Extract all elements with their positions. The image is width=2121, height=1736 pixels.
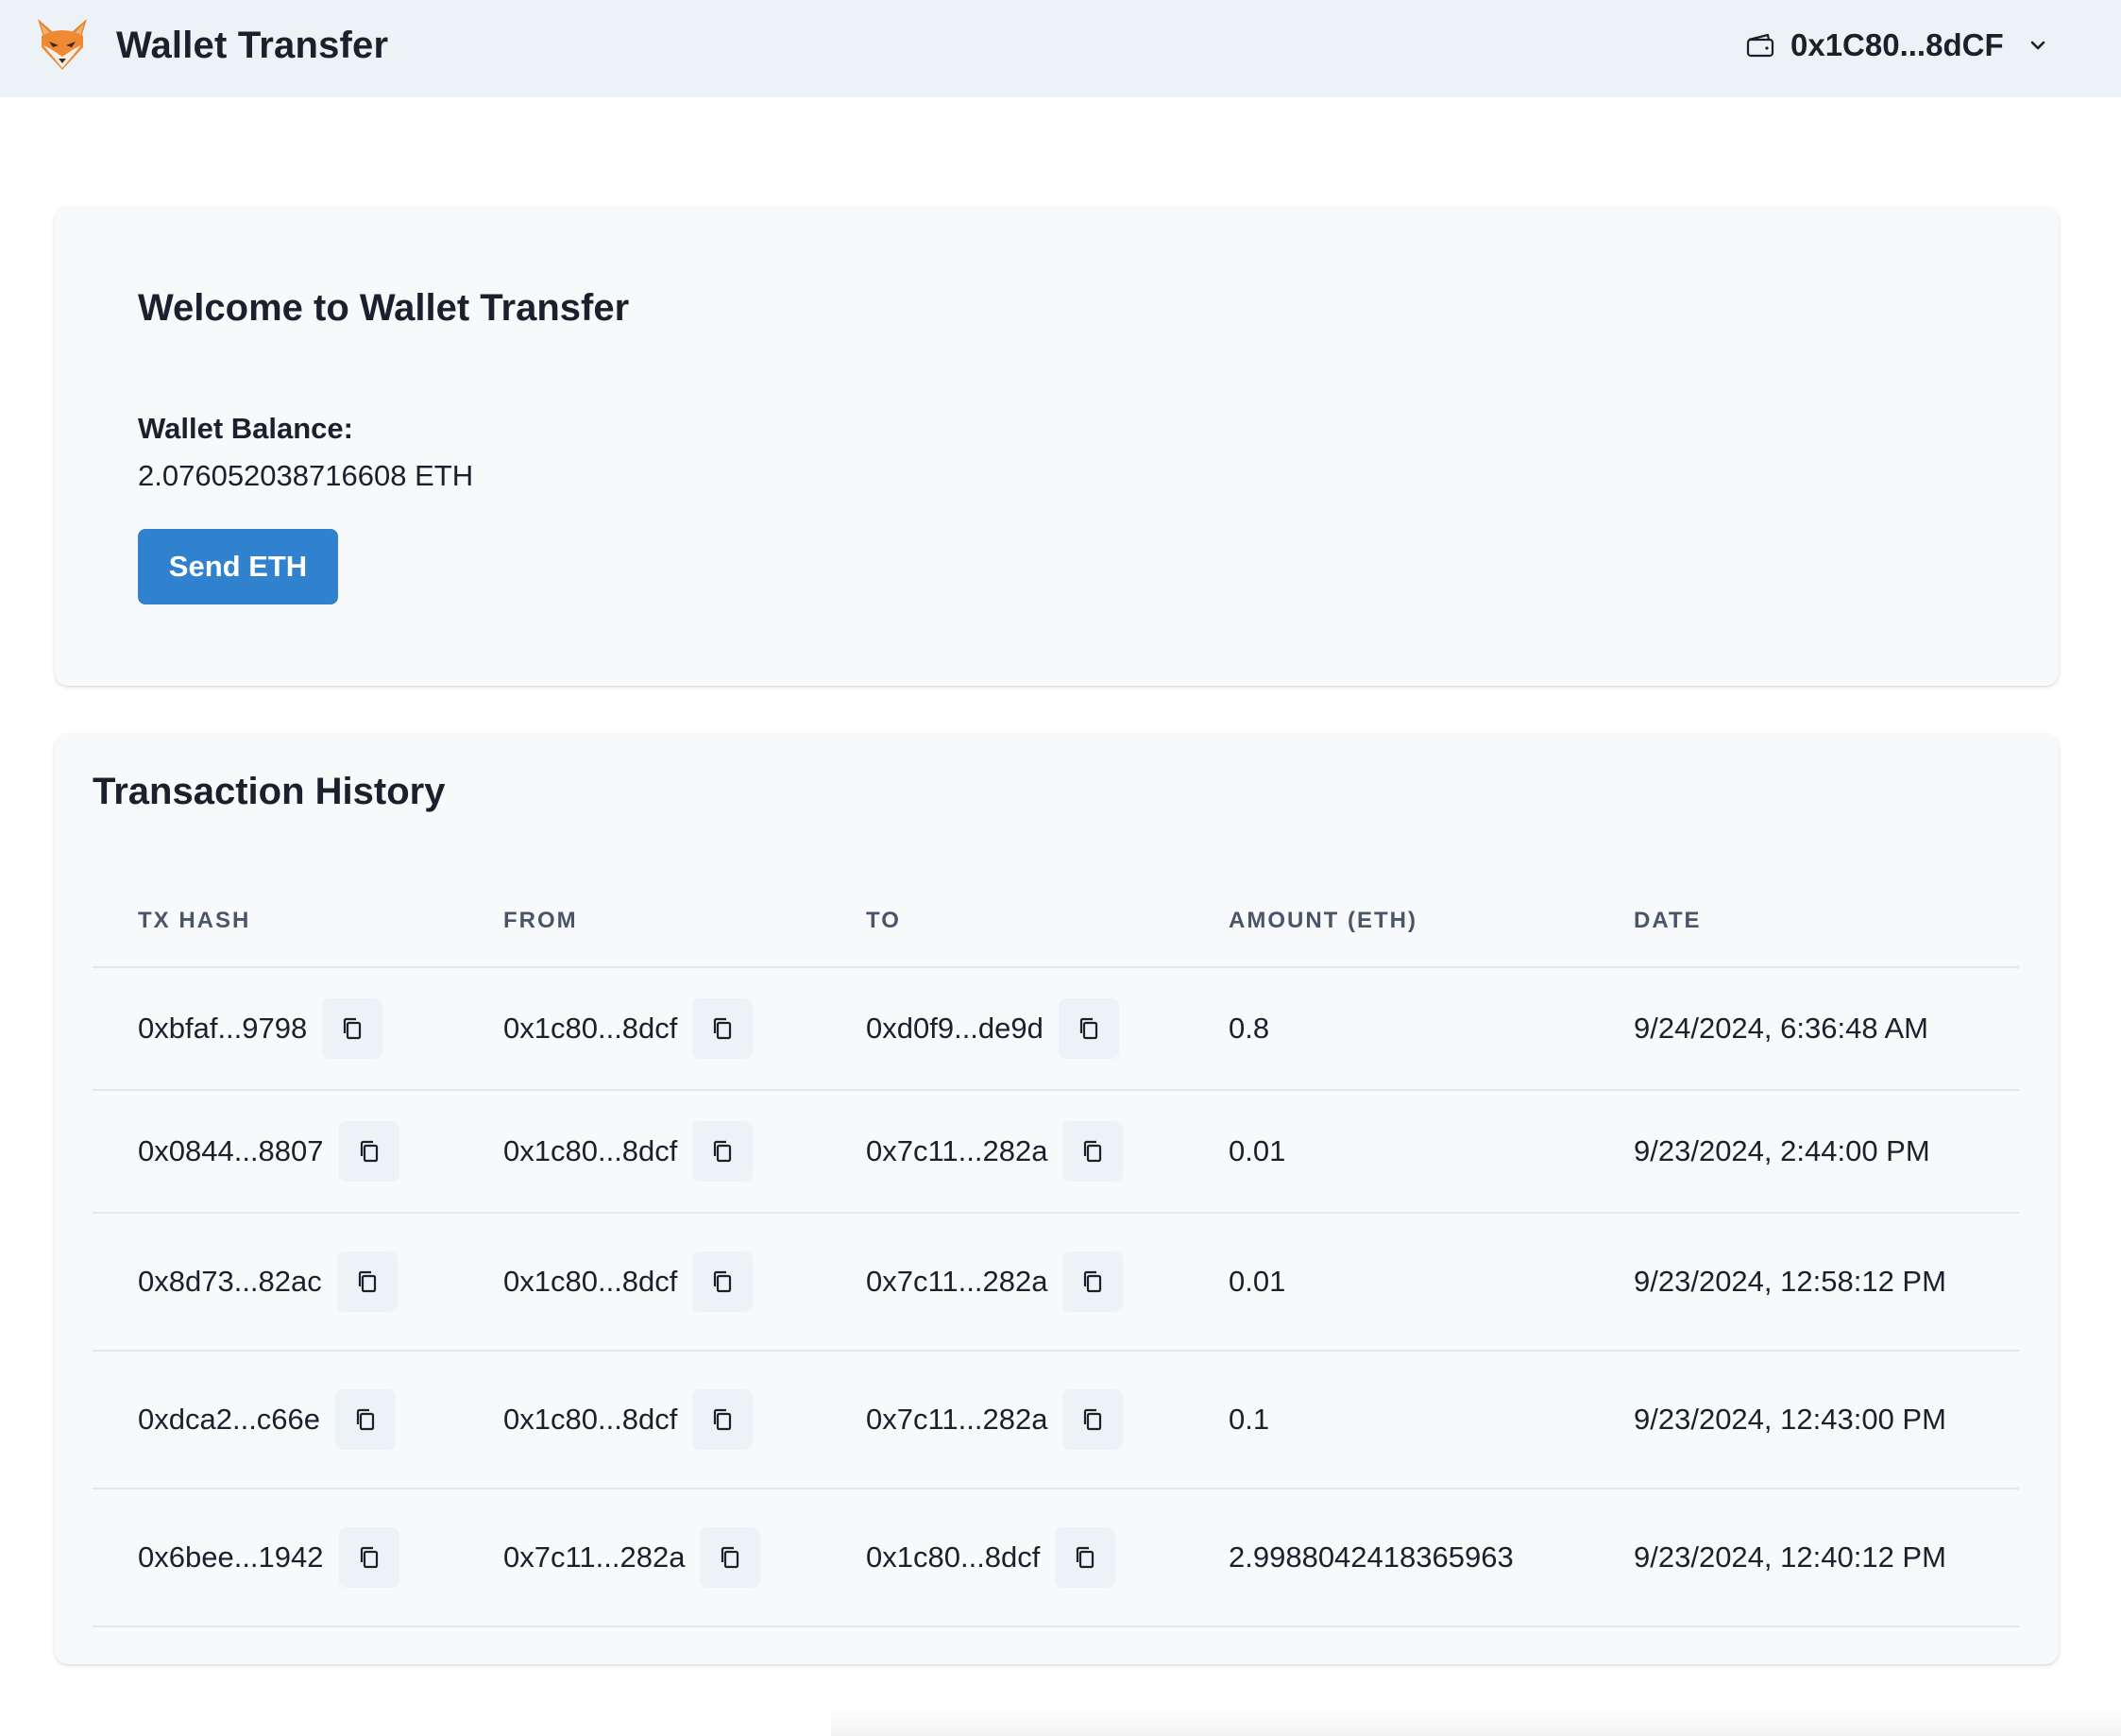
copy-icon xyxy=(358,1270,376,1293)
chevron-down-icon xyxy=(2030,41,2045,50)
account-address: 0x1C80...8dCF xyxy=(1790,27,2004,62)
transaction-table: TX HASH FROM TO AMOUNT (ETH) DATE 0xbfaf… xyxy=(93,875,2019,1627)
table-row: 0xdca2...c66e 0x1c80...8dcf 0x7c11...282a 0… xyxy=(93,1351,2019,1489)
to-address-cell: 0x7c11...282a xyxy=(821,1351,1183,1489)
top-navbar: Wallet Transfer 0x1C80...8dCF xyxy=(0,0,2121,97)
welcome-title: Welcome to Wallet Transfer xyxy=(138,287,630,329)
column-header-amount: AMOUNT (ETH) xyxy=(1183,875,1588,968)
copy-to-address-button[interactable] xyxy=(1055,1527,1116,1588)
date-cell: 9/23/2024, 12:40:12 PM xyxy=(1588,1489,2019,1627)
copy-icon xyxy=(1084,1140,1102,1163)
to-address-text: 0xd0f9...de9d xyxy=(866,1012,1044,1045)
transaction-history-card: Transaction History TX HASH FROM TO AMOU… xyxy=(55,733,2059,1664)
copy-icon xyxy=(714,1017,732,1040)
date-cell: 9/23/2024, 12:43:00 PM xyxy=(1588,1351,2019,1489)
history-title: Transaction History xyxy=(93,771,446,812)
from-address-text: 0x1c80...8dcf xyxy=(503,1265,678,1298)
tx-hash-text: 0xdca2...c66e xyxy=(138,1403,321,1436)
to-address-text: 0x1c80...8dcf xyxy=(866,1540,1041,1574)
copy-tx-hash-button[interactable] xyxy=(338,1121,399,1182)
copy-to-address-button[interactable] xyxy=(1062,1121,1124,1182)
copy-from-address-button[interactable] xyxy=(692,998,754,1059)
amount-cell: 0.01 xyxy=(1183,1090,1588,1214)
copy-icon xyxy=(344,1017,362,1040)
tx-hash-text: 0x8d73...82ac xyxy=(138,1265,322,1298)
balance-label: Wallet Balance: xyxy=(138,412,353,445)
tx-hash-text: 0x0844...8807 xyxy=(138,1134,324,1167)
copy-icon xyxy=(360,1140,378,1163)
from-address-cell: 0x1c80...8dcf xyxy=(458,1351,821,1489)
from-address-cell: 0x7c11...282a xyxy=(458,1489,821,1627)
amount-cell: 0.8 xyxy=(1183,967,1588,1091)
copy-from-address-button[interactable] xyxy=(692,1389,754,1450)
column-header-to: TO xyxy=(821,875,1183,968)
to-address-text: 0x7c11...282a xyxy=(866,1265,1048,1298)
from-address-cell: 0x1c80...8dcf xyxy=(458,1090,821,1214)
from-address-text: 0x1c80...8dcf xyxy=(503,1134,678,1167)
date-cell: 9/24/2024, 6:36:48 AM xyxy=(1588,967,2019,1091)
date-cell: 9/23/2024, 2:44:00 PM xyxy=(1588,1090,2019,1214)
copy-icon xyxy=(1077,1546,1094,1569)
to-address-cell: 0x7c11...282a xyxy=(821,1090,1183,1214)
copy-icon xyxy=(714,1270,732,1293)
copy-icon xyxy=(1079,1017,1097,1040)
balance-value: 2.076052038716608 ETH xyxy=(138,459,474,492)
from-address-text: 0x1c80...8dcf xyxy=(503,1012,678,1045)
amount-cell: 0.01 xyxy=(1183,1213,1588,1352)
copy-from-address-button[interactable] xyxy=(692,1251,754,1312)
copy-from-address-button[interactable] xyxy=(700,1527,761,1588)
from-address-text: 0x7c11...282a xyxy=(503,1540,686,1574)
copy-tx-hash-button[interactable] xyxy=(338,1527,399,1588)
copy-tx-hash-button[interactable] xyxy=(336,1251,398,1312)
copy-icon xyxy=(721,1546,739,1569)
tx-hash-cell: 0x6bee...1942 xyxy=(93,1489,458,1627)
copy-tx-hash-button[interactable] xyxy=(335,1389,397,1450)
copy-tx-hash-button[interactable] xyxy=(322,998,383,1059)
amount-cell: 2.9988042418365963 xyxy=(1183,1489,1588,1627)
tx-hash-cell: 0x8d73...82ac xyxy=(93,1213,458,1352)
column-header-from: FROM xyxy=(458,875,821,968)
tx-hash-cell: 0x0844...8807 xyxy=(93,1090,458,1214)
copy-icon xyxy=(1084,1408,1102,1431)
from-address-cell: 0x1c80...8dcf xyxy=(458,1213,821,1352)
copy-icon xyxy=(714,1140,732,1163)
tx-hash-cell: 0xbfaf...9798 xyxy=(93,967,458,1091)
table-row: 0x0844...8807 0x1c80...8dcf 0x7c11...282a 0… xyxy=(93,1090,2019,1214)
tx-hash-text: 0x6bee...1942 xyxy=(138,1540,324,1574)
copy-to-address-button[interactable] xyxy=(1062,1389,1124,1450)
from-address-cell: 0x1c80...8dcf xyxy=(458,967,821,1091)
table-row: 0x8d73...82ac 0x1c80...8dcf 0x7c11...282a 0… xyxy=(93,1213,2019,1352)
send-eth-button[interactable]: Send ETH xyxy=(138,529,338,604)
account-menu-button[interactable]: 0x1C80...8dCF xyxy=(1745,23,2049,68)
wallet-icon xyxy=(1746,33,1774,58)
to-address-cell: 0xd0f9...de9d xyxy=(821,967,1183,1091)
copy-to-address-button[interactable] xyxy=(1062,1251,1124,1312)
table-row: 0xbfaf...9798 0x1c80...8dcf 0xd0f9...de9d 0… xyxy=(93,967,2019,1091)
amount-cell: 0.1 xyxy=(1183,1351,1588,1489)
page-edge-shadow xyxy=(831,1708,2121,1736)
column-header-date: DATE xyxy=(1588,875,2019,968)
to-address-cell: 0x1c80...8dcf xyxy=(821,1489,1183,1627)
copy-icon xyxy=(714,1408,732,1431)
column-header-tx-hash: TX HASH xyxy=(93,875,458,968)
welcome-card: Welcome to Wallet Transfer Wallet Balanc… xyxy=(55,206,2059,686)
copy-to-address-button[interactable] xyxy=(1058,998,1119,1059)
date-cell: 9/23/2024, 12:58:12 PM xyxy=(1588,1213,2019,1352)
copy-from-address-button[interactable] xyxy=(692,1121,754,1182)
table-header-row: TX HASH FROM TO AMOUNT (ETH) DATE xyxy=(93,875,2019,968)
from-address-text: 0x1c80...8dcf xyxy=(503,1403,678,1436)
to-address-cell: 0x7c11...282a xyxy=(821,1213,1183,1352)
copy-icon xyxy=(1084,1270,1102,1293)
copy-icon xyxy=(360,1546,378,1569)
to-address-text: 0x7c11...282a xyxy=(866,1403,1048,1436)
tx-hash-text: 0xbfaf...9798 xyxy=(138,1012,308,1045)
table-row: 0x6bee...1942 0x7c11...282a 0x1c80...8dcf 2… xyxy=(93,1489,2019,1627)
copy-icon xyxy=(356,1408,375,1431)
to-address-text: 0x7c11...282a xyxy=(866,1134,1048,1167)
fox-logo-icon xyxy=(38,19,87,70)
tx-hash-cell: 0xdca2...c66e xyxy=(93,1351,458,1489)
app-title: Wallet Transfer xyxy=(116,25,389,66)
